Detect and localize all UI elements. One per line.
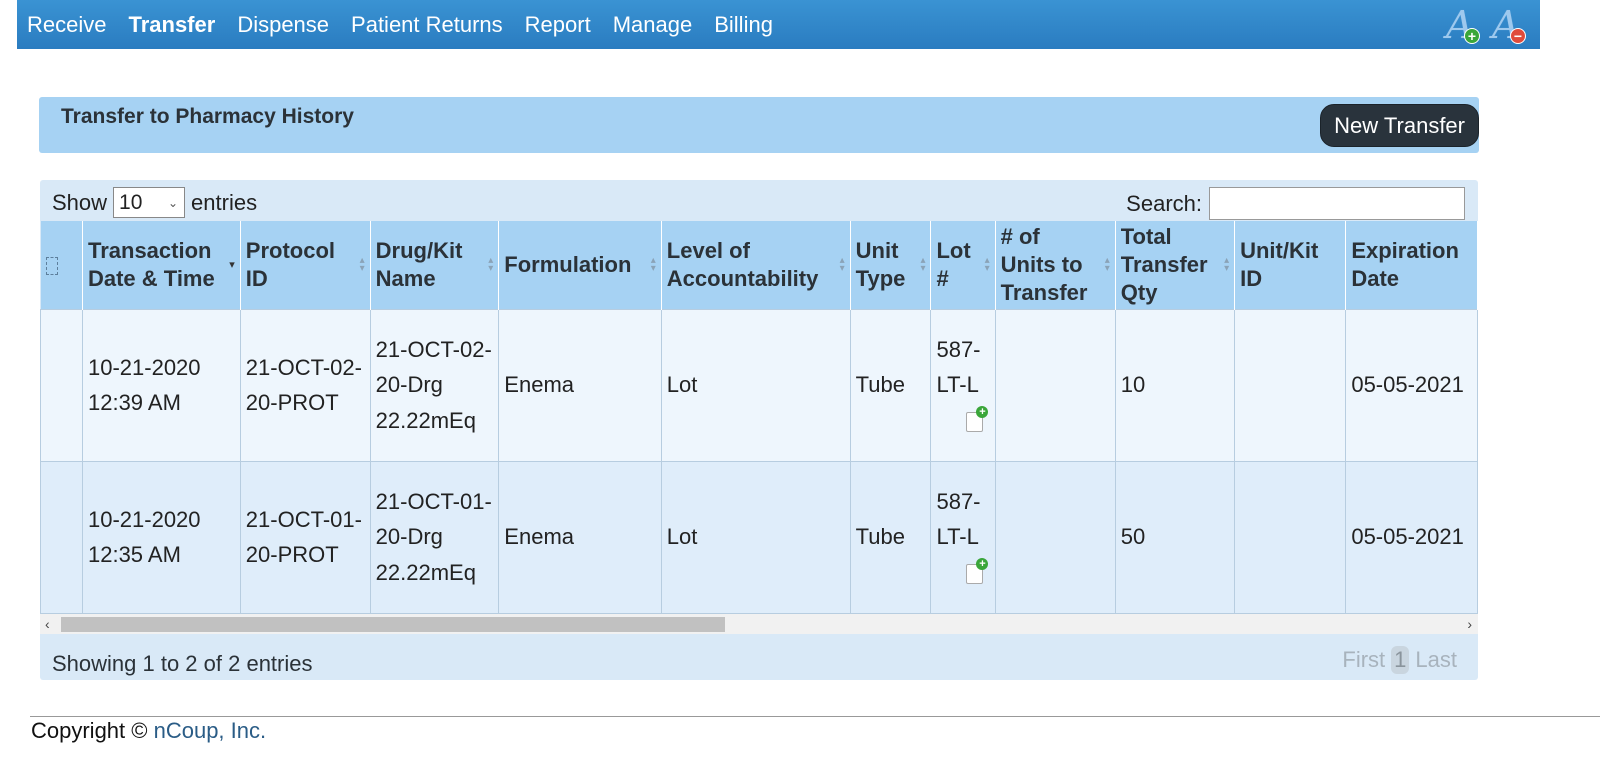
column-visibility-icon[interactable]	[45, 256, 58, 275]
sort-desc-icon: ▾	[229, 258, 235, 271]
page-length-select[interactable]: 10 ⌄	[113, 187, 186, 218]
sort-icon: ▴ ▾	[359, 254, 365, 274]
font-size-tools: A + A −	[1444, 4, 1528, 46]
table-row[interactable]: 10-21-2020 12:35 AM 21-OCT-01-20-PROT 21…	[40, 460, 1478, 613]
header-expiration-date: Expiration Date	[1345, 221, 1478, 309]
cell-unit-kit-id	[1234, 308, 1347, 462]
sort-icon: ▴ ▾	[488, 254, 494, 274]
lot-number: 587-LT-L	[936, 488, 981, 550]
page-length-control: Show 10 ⌄ entries	[52, 187, 257, 218]
transfer-history-table: Transaction Date & Time ▾ Protocol ID ▴ ▾…	[40, 221, 1478, 613]
cell-protocol-id: 21-OCT-02-20-PROT	[239, 308, 371, 462]
cell-lot: 587-LT-L	[930, 460, 996, 613]
cell-accountability: Lot	[660, 460, 851, 613]
footer-divider	[30, 716, 1600, 717]
font-increase-icon[interactable]: A +	[1444, 4, 1482, 46]
sort-icon: ▴ ▾	[920, 254, 926, 274]
nav-patient-returns[interactable]: Patient Returns	[340, 12, 514, 38]
cell-datetime: 10-21-2020 12:35 AM	[81, 460, 241, 613]
show-label: Show	[52, 189, 108, 215]
lot-number: 587-LT-L	[936, 336, 981, 398]
page-title: Transfer to Pharmacy History	[61, 105, 354, 128]
top-nav: Receive Transfer Dispense Patient Return…	[17, 0, 1540, 49]
transfer-history-table-wrapper: Show 10 ⌄ entries Search: Transaction Da…	[40, 180, 1478, 680]
table-info: Showing 1 to 2 of 2 entries	[52, 651, 313, 676]
scroll-left-icon[interactable]: ‹	[45, 614, 50, 634]
header-units-to-transfer[interactable]: # of Units to Transfer ▴ ▾	[995, 221, 1116, 309]
pagination: First 1 Last	[1342, 646, 1457, 674]
company-link[interactable]: nCoup, Inc.	[154, 718, 267, 743]
new-transfer-button[interactable]: New Transfer	[1320, 104, 1479, 147]
page-button-1[interactable]: 1	[1391, 646, 1410, 674]
sort-icon: ▴ ▾	[1104, 254, 1110, 274]
table-row[interactable]: 10-21-2020 12:39 AM 21-OCT-02-20-PROT 21…	[40, 308, 1478, 462]
nav-billing[interactable]: Billing	[703, 12, 784, 38]
nav-manage[interactable]: Manage	[602, 12, 704, 38]
header-total-transfer-qty[interactable]: Total Transfer Qty ▴ ▾	[1115, 221, 1236, 309]
header-unit-type[interactable]: Unit Type ▴ ▾	[850, 221, 932, 309]
font-decrease-icon[interactable]: A −	[1490, 4, 1528, 46]
cell-units-to-transfer	[994, 460, 1116, 613]
nav-dispense[interactable]: Dispense	[226, 12, 340, 38]
panel-header: Transfer to Pharmacy History New Transfe…	[39, 97, 1479, 153]
row-control-cell	[40, 460, 83, 613]
copyright: Copyright © nCoup, Inc.	[31, 718, 266, 744]
sort-icon: ▴ ▾	[650, 254, 656, 274]
cell-drug-name: 21-OCT-01-20-Drg 22.22mEq	[369, 460, 500, 613]
chevron-down-icon: ⌄	[167, 195, 179, 210]
header-protocol-id[interactable]: Protocol ID ▴ ▾	[240, 221, 371, 309]
row-control-cell	[40, 308, 83, 462]
cell-formulation: Enema	[498, 460, 662, 613]
cell-drug-name: 21-OCT-02-20-Drg 22.22mEq	[369, 308, 500, 462]
cell-total-qty: 10	[1114, 308, 1236, 462]
first-page-button[interactable]: First	[1342, 647, 1385, 673]
cell-units-to-transfer	[994, 308, 1116, 462]
search-input[interactable]	[1209, 187, 1465, 220]
search-control: Search:	[1126, 187, 1465, 220]
sort-icon: ▴ ▾	[1224, 254, 1230, 274]
search-label: Search:	[1126, 190, 1202, 216]
nav-receive[interactable]: Receive	[17, 12, 117, 38]
cell-unit-type: Tube	[849, 308, 932, 462]
entries-label: entries	[191, 189, 258, 215]
cell-expiration: 05-05-2021	[1345, 460, 1478, 613]
header-transaction-datetime[interactable]: Transaction Date & Time ▾	[82, 221, 241, 309]
column-visibility-header[interactable]	[40, 221, 83, 309]
header-lot-number[interactable]: Lot # ▴ ▾	[930, 221, 996, 309]
sort-icon: ▴ ▾	[839, 254, 845, 274]
header-unit-kit-id: Unit/Kit ID	[1234, 221, 1347, 309]
cell-unit-kit-id	[1234, 460, 1347, 613]
cell-accountability: Lot	[660, 308, 851, 462]
add-note-icon[interactable]	[966, 405, 989, 432]
horizontal-scrollbar[interactable]: ‹ ›	[40, 614, 1478, 634]
header-level-of-accountability[interactable]: Level of Accountability ▴ ▾	[661, 221, 851, 309]
cell-total-qty: 50	[1114, 460, 1236, 613]
cell-unit-type: Tube	[849, 460, 932, 613]
cell-formulation: Enema	[498, 308, 662, 462]
table-scroll-area: Transaction Date & Time ▾ Protocol ID ▴ ▾…	[40, 221, 1478, 614]
table-header-row: Transaction Date & Time ▾ Protocol ID ▴ ▾…	[40, 221, 1478, 309]
cell-datetime: 10-21-2020 12:39 AM	[81, 308, 241, 462]
sort-icon: ▴ ▾	[984, 254, 990, 274]
header-drug-kit-name[interactable]: Drug/Kit Name ▴ ▾	[370, 221, 500, 309]
scrollbar-thumb[interactable]	[61, 617, 725, 632]
last-page-button[interactable]: Last	[1415, 647, 1457, 673]
cell-expiration: 05-05-2021	[1345, 308, 1478, 462]
cell-lot: 587-LT-L	[930, 308, 996, 462]
nav-transfer[interactable]: Transfer	[117, 12, 226, 38]
nav-report[interactable]: Report	[514, 12, 602, 38]
add-note-icon[interactable]	[966, 557, 989, 584]
copyright-prefix: Copyright ©	[31, 718, 154, 743]
header-formulation[interactable]: Formulation ▴ ▾	[498, 221, 662, 309]
cell-protocol-id: 21-OCT-01-20-PROT	[239, 460, 371, 613]
scroll-right-icon[interactable]: ›	[1467, 614, 1472, 634]
